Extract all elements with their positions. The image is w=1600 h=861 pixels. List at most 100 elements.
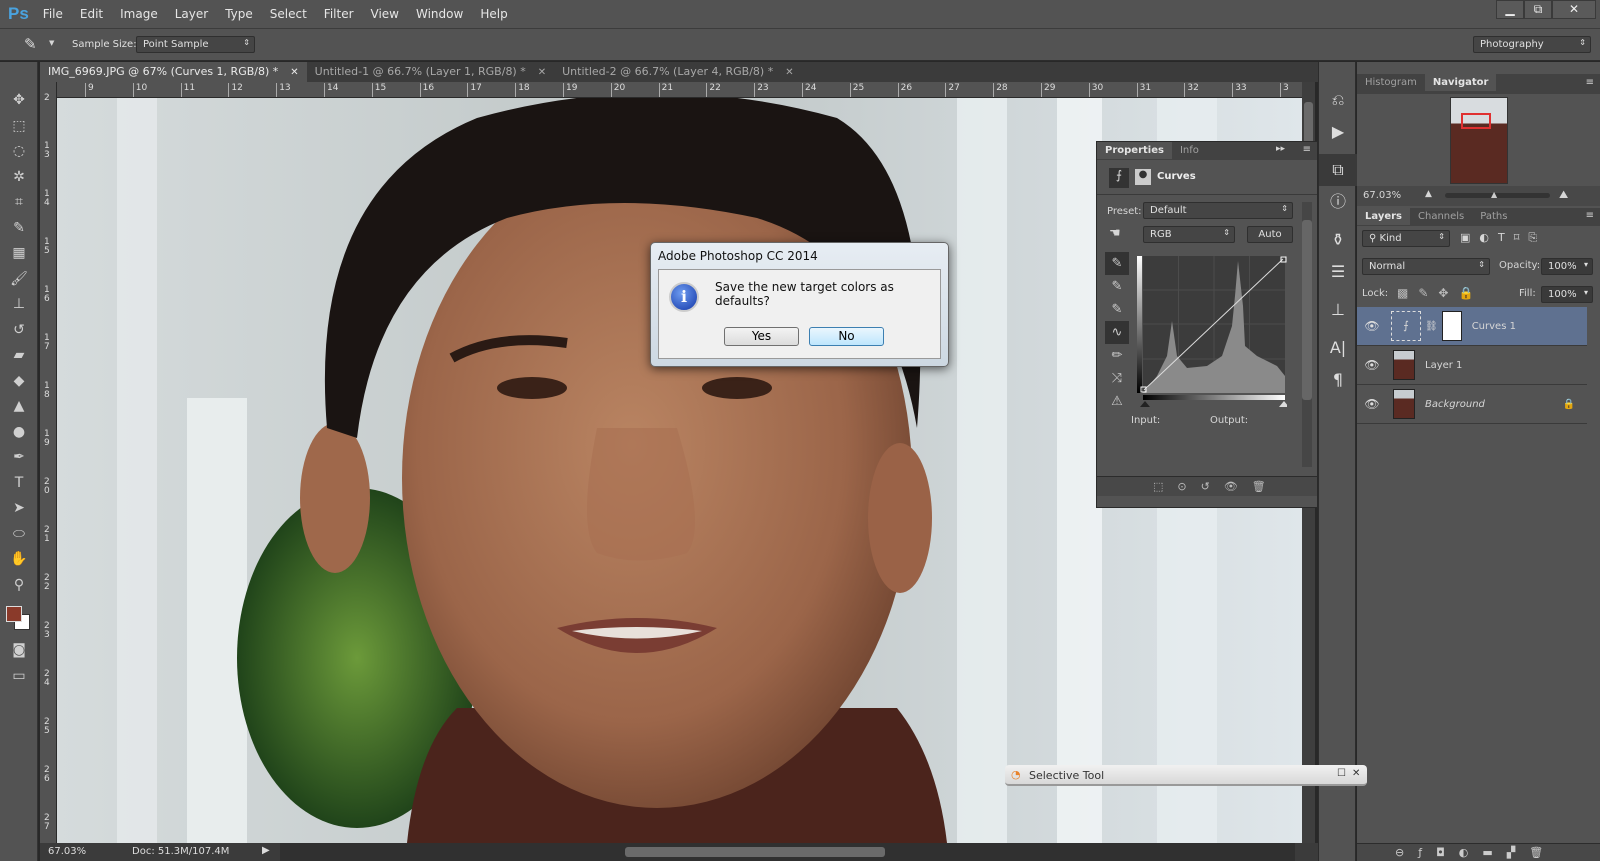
zoom-tool-icon[interactable]: ⚲ xyxy=(0,573,38,599)
history-icon[interactable]: ⎌ xyxy=(1319,84,1357,116)
minimize-button[interactable]: ▁ xyxy=(1496,0,1524,19)
layer-row-curves-1[interactable]: 👁 ⨍ ⛓ Curves 1 xyxy=(1357,307,1587,346)
scroll-thumb[interactable] xyxy=(625,847,885,857)
layer-filter-icons[interactable]: ▣◐T⌑⎘ xyxy=(1460,231,1546,245)
crop-tool-icon[interactable]: ⌗ xyxy=(0,190,38,216)
paragraph-icon[interactable]: ¶ xyxy=(1319,364,1357,396)
blur-tool-icon[interactable]: ▲ xyxy=(0,394,38,420)
layer-row-background[interactable]: 👁 Background 🔒 xyxy=(1357,385,1587,424)
clone-stamp-tool-icon[interactable]: ⊥ xyxy=(0,292,38,318)
lock-icons[interactable]: ▩✎✥🔒 xyxy=(1397,286,1483,300)
visibility-eye-icon[interactable]: 👁 xyxy=(1357,397,1387,411)
layer-mask-thumbnail[interactable] xyxy=(1441,311,1462,341)
close-icon[interactable]: ✕ xyxy=(1352,768,1360,779)
layer-filter-select[interactable]: ⚲ Kind ⇕ xyxy=(1362,230,1450,247)
menu-filter[interactable]: Filter xyxy=(324,7,354,21)
layer-name[interactable]: Background xyxy=(1425,399,1485,410)
close-button[interactable]: ✕ xyxy=(1552,0,1596,19)
eyedropper-tool-icon[interactable]: ✎ xyxy=(24,35,37,53)
tab-untitled-1[interactable]: Untitled-1 @ 66.7% (Layer 1, RGB/8) * ✕ xyxy=(306,62,555,82)
visibility-eye-icon[interactable]: 👁 xyxy=(1357,358,1387,372)
dodge-tool-icon[interactable]: ● xyxy=(0,420,38,446)
zoom-slider[interactable]: ▲ xyxy=(1445,190,1550,199)
menu-image[interactable]: Image xyxy=(120,7,158,21)
black-slider[interactable] xyxy=(1140,401,1150,407)
healing-brush-tool-icon[interactable]: ▦ xyxy=(0,241,38,267)
fill-input[interactable]: 100% ▾ xyxy=(1541,286,1593,303)
tab-paths[interactable]: Paths xyxy=(1472,208,1516,225)
tab-histogram[interactable]: Histogram xyxy=(1357,74,1425,91)
smooth-curve-icon[interactable]: ⤨ xyxy=(1105,367,1129,390)
properties-scrollbar[interactable] xyxy=(1302,202,1312,467)
screen-mode-icon[interactable]: ▭ xyxy=(0,664,38,690)
preset-select[interactable]: Default ⇕ xyxy=(1143,202,1293,219)
layer-row-layer-1[interactable]: 👁 Layer 1 xyxy=(1357,346,1587,385)
path-select-tool-icon[interactable]: ➤ xyxy=(0,496,38,522)
close-tab-icon[interactable]: ✕ xyxy=(290,67,298,78)
curves-adjustment-icon[interactable]: ⨍ xyxy=(1109,168,1129,188)
eyedropper-tool-icon[interactable]: ✎ xyxy=(0,216,38,242)
type-tool-icon[interactable]: T xyxy=(0,471,38,497)
black-point-eyedropper-icon[interactable]: ✎ xyxy=(1105,252,1129,275)
clipping-warning-icon[interactable]: ⚠ xyxy=(1105,390,1129,413)
layer-name[interactable]: Curves 1 xyxy=(1472,321,1516,332)
layer-actions-icons[interactable]: ⊖ƒ◘◐▬▞🗑 xyxy=(1395,846,1557,859)
tab-properties[interactable]: Properties xyxy=(1097,142,1172,159)
properties-actions-icons[interactable]: ⬚⊙↺👁🗑 xyxy=(1153,480,1280,493)
menu-type[interactable]: Type xyxy=(225,7,253,21)
panel-menu-icon[interactable]: ≡ xyxy=(1586,77,1594,88)
curve-point-tool-icon[interactable]: ∿ xyxy=(1105,321,1129,344)
tab-untitled-2[interactable]: Untitled-2 @ 66.7% (Layer 4, RGB/8) * ✕ xyxy=(554,62,802,82)
marquee-tool-icon[interactable]: ⬚ xyxy=(0,114,38,140)
selective-tool-bar[interactable]: ◔ Selective Tool ☐ ✕ xyxy=(1005,765,1367,786)
menu-view[interactable]: View xyxy=(371,7,399,21)
3d-icon[interactable]: ⧉ xyxy=(1319,154,1357,186)
menu-help[interactable]: Help xyxy=(480,7,507,21)
color-swatches[interactable] xyxy=(0,598,37,638)
close-tab-icon[interactable]: ✕ xyxy=(785,67,793,78)
lasso-tool-icon[interactable]: ◌ xyxy=(0,139,38,165)
menu-window[interactable]: Window xyxy=(416,7,463,21)
adjustments-icon[interactable]: ☰ xyxy=(1319,256,1357,288)
menu-file[interactable]: File xyxy=(43,7,63,21)
yes-button[interactable]: Yes xyxy=(724,327,799,346)
tab-info[interactable]: Info xyxy=(1171,142,1207,159)
visibility-eye-icon[interactable]: 👁 xyxy=(1357,319,1387,333)
quick-mask-icon[interactable]: ◙ xyxy=(0,638,38,664)
curves-graph[interactable] xyxy=(1137,256,1287,408)
close-tab-icon[interactable]: ✕ xyxy=(538,67,546,78)
status-menu-arrow-icon[interactable]: ▶ xyxy=(262,845,270,856)
opacity-input[interactable]: 100% ▾ xyxy=(1541,258,1593,275)
tab-channels[interactable]: Channels xyxy=(1410,208,1473,225)
tab-img-6969[interactable]: IMG_6969.JPG @ 67% (Curves 1, RGB/8) * ✕ xyxy=(40,62,307,82)
panel-menu-icon[interactable]: ≡ xyxy=(1586,210,1594,221)
tool-preset-chevron-icon[interactable]: ▼ xyxy=(49,39,54,47)
clone-source-icon[interactable]: ⊥ xyxy=(1319,294,1357,326)
no-button[interactable]: No xyxy=(809,327,884,346)
hand-tool-icon[interactable]: ✋ xyxy=(0,547,38,573)
tab-layers[interactable]: Layers xyxy=(1357,208,1410,225)
on-image-adjust-icon[interactable]: ☚ xyxy=(1109,226,1121,241)
navigator-thumbnail[interactable] xyxy=(1450,97,1508,184)
history-brush-tool-icon[interactable]: ↺ xyxy=(0,318,38,344)
restore-button[interactable]: ⧉ xyxy=(1524,0,1552,19)
actions-play-icon[interactable]: ▶ xyxy=(1319,116,1357,148)
brush-presets-icon[interactable]: ⚱ xyxy=(1319,224,1357,256)
maximize-icon[interactable]: ☐ xyxy=(1337,768,1346,779)
white-slider[interactable] xyxy=(1279,401,1287,407)
white-point-eyedropper-icon[interactable]: ✎ xyxy=(1105,298,1129,321)
panel-menu-icon[interactable]: ≡ xyxy=(1303,144,1311,155)
paint-bucket-tool-icon[interactable]: ◆ xyxy=(0,369,38,395)
tab-navigator[interactable]: Navigator xyxy=(1424,74,1497,91)
eraser-tool-icon[interactable]: ▰ xyxy=(0,343,38,369)
gray-point-eyedropper-icon[interactable]: ✎ xyxy=(1105,275,1129,298)
zoom-in-icon[interactable]: ⛰ xyxy=(1559,188,1568,202)
character-icon[interactable]: A| xyxy=(1319,332,1357,364)
collapse-icon[interactable]: ▸▸ xyxy=(1276,144,1285,154)
menu-edit[interactable]: Edit xyxy=(80,7,103,21)
info-icon[interactable]: ⓘ xyxy=(1319,186,1357,218)
menu-select[interactable]: Select xyxy=(270,7,307,21)
link-icon[interactable]: ⛓ xyxy=(1425,321,1438,332)
zoom-out-icon[interactable]: ▲ xyxy=(1425,189,1432,199)
quick-select-tool-icon[interactable]: ✲ xyxy=(0,165,38,191)
